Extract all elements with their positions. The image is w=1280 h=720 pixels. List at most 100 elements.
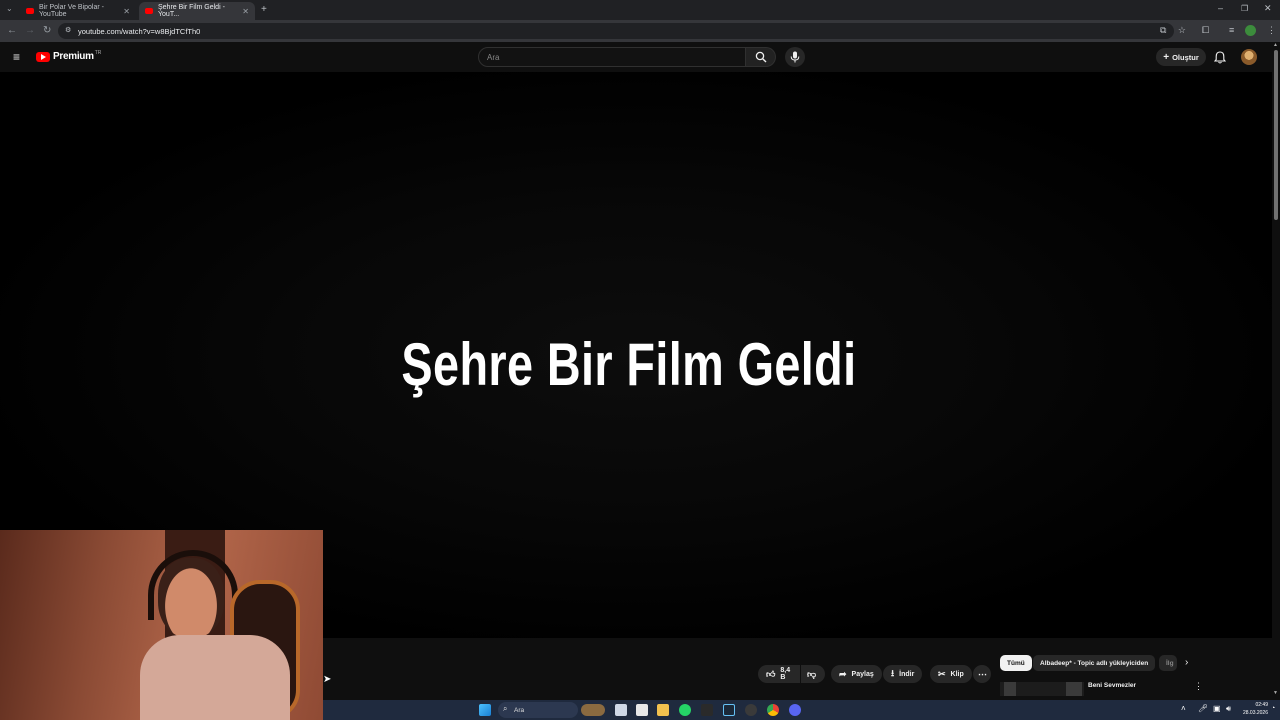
- scissors-icon: ✂: [938, 668, 946, 679]
- like-button[interactable]: 👍︎ 8,4 B: [758, 665, 800, 683]
- epic-games-icon[interactable]: [701, 704, 713, 716]
- install-app-icon[interactable]: ⧉: [1160, 25, 1166, 36]
- share-button[interactable]: ➦ Paylaş: [831, 665, 882, 683]
- chip-all[interactable]: Tümü: [1000, 655, 1032, 671]
- forward-arrow-icon[interactable]: →: [25, 25, 35, 36]
- restore-window-icon[interactable]: ❐: [1241, 4, 1248, 13]
- share-arrow-icon: ➦: [839, 668, 847, 679]
- recommendation-menu-icon[interactable]: ⋮: [1194, 681, 1203, 692]
- more-actions-button[interactable]: ⋯: [973, 665, 991, 683]
- create-label: Oluştur: [1172, 52, 1199, 62]
- logo-text: Premium: [53, 51, 94, 62]
- browser-toolbar: ← → ↻ ⚙ youtube.com/watch?v=w8BjdTCfTh0 …: [0, 20, 1280, 42]
- scroll-up-arrow-icon[interactable]: ▲: [1273, 42, 1278, 48]
- download-button[interactable]: ⭳ İndir: [883, 665, 923, 683]
- page-scrollbar[interactable]: ▲ ▼: [1272, 42, 1280, 700]
- clip-button[interactable]: ✂ Klip: [930, 665, 972, 683]
- reload-icon[interactable]: ↻: [43, 25, 51, 36]
- notification-center-icon[interactable]: ◔: [1271, 705, 1275, 712]
- task-view-icon[interactable]: [615, 704, 627, 716]
- youtube-premium-logo[interactable]: Premium TR: [36, 49, 102, 62]
- messenger-icon[interactable]: [789, 704, 801, 716]
- volume-tray-icon[interactable]: 🔊︎: [1226, 704, 1231, 714]
- chrome-icon[interactable]: [767, 704, 779, 716]
- tab-bir-polar[interactable]: Bir Polar Ve Bipolar - YouTube ✕: [20, 2, 136, 20]
- create-button[interactable]: + Oluştur: [1156, 48, 1206, 66]
- plus-icon: +: [1163, 51, 1170, 63]
- video-title-overlay: Şehre Bir Film Geldi: [401, 331, 857, 398]
- youtube-favicon-icon: [26, 8, 34, 14]
- close-window-icon[interactable]: ✕: [1264, 3, 1272, 14]
- search-icon: ⌕: [503, 704, 508, 713]
- youtube-favicon-icon: [145, 8, 153, 14]
- webcam-person-body: [140, 635, 290, 720]
- chevron-right-icon[interactable]: ›: [1185, 657, 1188, 668]
- tab-label: Bir Polar Ve Bipolar - YouTube: [39, 4, 104, 18]
- chip-from-uploader[interactable]: Albadeep* - Topic adlı yükleyiciden: [1033, 655, 1156, 671]
- hamburger-menu-icon[interactable]: ≡: [13, 50, 20, 64]
- tab-search-menu-icon[interactable]: ⌄: [6, 4, 13, 13]
- thumbnail-frame-right: [1066, 682, 1082, 696]
- media-controls-icon[interactable]: ≡: [1229, 25, 1234, 35]
- taskbar-widget-icon[interactable]: [581, 704, 605, 716]
- tray-overflow-icon[interactable]: ˄: [1181, 704, 1186, 713]
- chip-label: Tümü: [1007, 659, 1025, 667]
- minimize-window-icon[interactable]: –: [1218, 3, 1223, 13]
- taskbar-search-placeholder: Ara: [514, 706, 525, 714]
- scrollbar-thumb[interactable]: [1274, 50, 1278, 220]
- back-arrow-icon[interactable]: ←: [7, 25, 17, 36]
- browser-menu-icon[interactable]: ⋮: [1267, 25, 1276, 36]
- steam-icon[interactable]: [723, 704, 735, 716]
- chip-label: Albadeep* - Topic adlı yükleyiciden: [1040, 659, 1149, 667]
- thumbs-up-icon: 👍︎: [766, 668, 776, 679]
- scroll-down-arrow-icon[interactable]: ▼: [1273, 690, 1278, 696]
- windows-taskbar: ⌕ Ara ˄ 🎤︎ ▣ 🔊︎ 02:49 28.03.2026 ◔: [323, 700, 1280, 720]
- recommendation-title[interactable]: Beni Sevmezler: [1088, 682, 1136, 689]
- like-count: 8,4 B: [780, 667, 791, 681]
- notifications-bell-icon[interactable]: [1214, 51, 1226, 64]
- dislike-button[interactable]: 👎︎: [801, 665, 825, 683]
- logo-region: TR: [94, 49, 102, 56]
- bookmark-star-icon[interactable]: ☆: [1178, 25, 1186, 36]
- voice-search-button[interactable]: [785, 47, 805, 67]
- obs-icon[interactable]: [745, 704, 757, 716]
- url-text: youtube.com/watch?v=w8BjdTCfTh0: [78, 26, 201, 36]
- close-tab-icon[interactable]: ✕: [242, 7, 249, 16]
- extensions-icon[interactable]: ⧠: [1202, 25, 1209, 36]
- microphone-icon: [790, 51, 800, 63]
- account-avatar[interactable]: [1241, 49, 1257, 65]
- taskbar-time[interactable]: 02:49: [1235, 702, 1268, 708]
- more-horizontal-icon: ⋯: [978, 668, 987, 679]
- windows-start-icon[interactable]: [479, 704, 491, 716]
- search-button[interactable]: [746, 47, 776, 67]
- whatsapp-icon[interactable]: [679, 704, 691, 716]
- thumbnail-frame-left: [1004, 682, 1016, 696]
- taskbar-search[interactable]: ⌕ Ara: [498, 702, 578, 718]
- new-tab-icon[interactable]: +: [261, 4, 267, 15]
- browser-tab-strip: ⌄ Bir Polar Ve Bipolar - YouTube ✕ Şehre…: [0, 0, 1280, 20]
- close-tab-icon[interactable]: ✕: [123, 7, 130, 16]
- search-input[interactable]: Ara: [478, 47, 746, 67]
- youtube-play-icon: [36, 51, 50, 62]
- youtube-header: ≡ Premium TR Ara + Oluştur: [0, 42, 1280, 72]
- site-info-icon[interactable]: ⚙: [65, 26, 71, 34]
- file-explorer-icon[interactable]: [657, 704, 669, 716]
- taskbar-date[interactable]: 28.03.2026: [1235, 710, 1268, 716]
- profile-avatar-icon[interactable]: [1245, 25, 1256, 36]
- share-label: Paylaş: [851, 670, 874, 678]
- search-placeholder: Ara: [487, 52, 500, 62]
- recommendation-thumbnail[interactable]: [1000, 682, 1084, 696]
- download-icon: ⭳: [891, 668, 895, 678]
- download-label: İndir: [899, 670, 915, 678]
- calendar-app-icon[interactable]: [636, 704, 648, 716]
- search-icon: [755, 51, 767, 63]
- chip-label: İlg: [1166, 659, 1174, 667]
- microphone-tray-icon[interactable]: 🎤︎: [1198, 704, 1208, 713]
- clip-label: Klip: [950, 670, 964, 678]
- webcam-overlay: [0, 530, 323, 720]
- network-tray-icon[interactable]: ▣: [1213, 704, 1221, 713]
- chip-related[interactable]: İlg: [1159, 655, 1177, 671]
- address-bar[interactable]: ⚙ youtube.com/watch?v=w8BjdTCfTh0 ☆: [58, 23, 1186, 39]
- thumbs-down-icon: 👎︎: [807, 668, 817, 679]
- tab-sehre-bir-film[interactable]: Şehre Bir Film Geldi - YouT... ✕: [139, 2, 255, 20]
